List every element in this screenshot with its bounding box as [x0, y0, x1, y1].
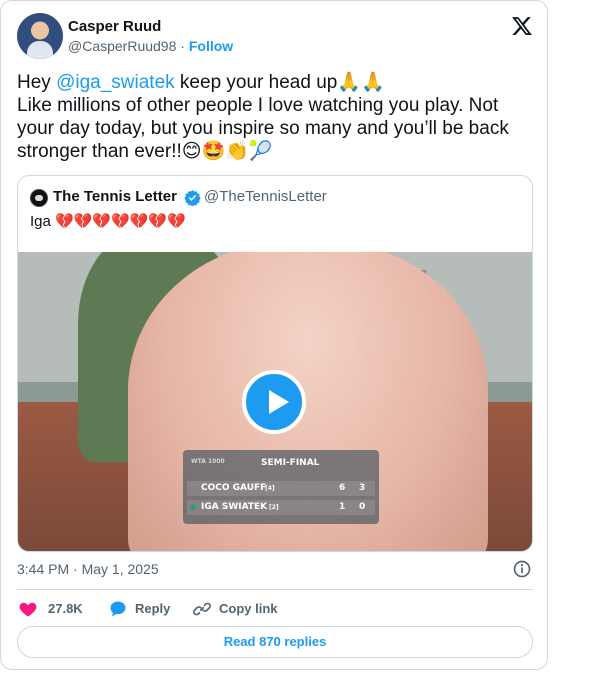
quoted-author-handle: @TheTennisLetter: [204, 188, 327, 205]
x-logo-icon[interactable]: [511, 15, 533, 37]
read-replies-button[interactable]: Read 870 replies: [17, 626, 533, 658]
quoted-text: Iga 💔💔💔💔💔💔💔: [30, 213, 186, 230]
heart-icon: [19, 602, 37, 617]
player-name: COCO GAUFF: [201, 483, 267, 493]
author-handle-line: @CasperRuud98 · Follow: [68, 38, 233, 54]
reply-label: Reply: [135, 601, 171, 616]
info-icon[interactable]: [512, 559, 532, 579]
tweet-text-suffix: keep your head up🙏🙏: [174, 72, 385, 93]
separator-dot: ·: [180, 38, 185, 54]
verified-badge-icon: [184, 190, 201, 206]
quoted-avatar: [30, 189, 48, 207]
tweet-text: Hey @iga_swiatek keep your head up🙏🙏 Lik…: [17, 71, 529, 163]
tweet-line-2: Like millions of other people I love wat…: [17, 95, 509, 162]
set-score: 0: [359, 502, 366, 512]
player-seed: [4]: [265, 485, 275, 492]
tweet-text-prefix: Hey: [17, 72, 57, 93]
scoreboard-row: COCO GAUFF [4] 6 3: [187, 481, 375, 496]
set-score: 6: [339, 483, 346, 493]
scoreboard-brand: WTA 1000: [191, 458, 225, 465]
player-name: IGA SWIATEK: [201, 502, 268, 512]
quoted-tweet[interactable]: The Tennis Letter @TheTennisLetter Iga 💔…: [17, 175, 533, 552]
player-seed: [2]: [269, 504, 279, 511]
scoreboard-title: SEMI-FINAL: [261, 458, 320, 468]
author-avatar[interactable]: [17, 13, 63, 59]
reply-bubble-icon: [110, 601, 126, 617]
scoreboard-overlay: WTA 1000 SEMI-FINAL COCO GAUFF [4] 6 3 I…: [183, 450, 379, 524]
tweet-line-1: Hey @iga_swiatek keep your head up🙏🙏: [17, 71, 529, 94]
tweet-card: Casper Ruud @CasperRuud98 · Follow Hey @…: [0, 0, 548, 670]
quoted-author-name: The Tennis Letter: [53, 188, 177, 205]
link-icon: [193, 602, 211, 616]
mention-link[interactable]: @iga_swiatek: [56, 72, 175, 93]
copy-link-label: Copy link: [219, 601, 278, 616]
author-handle[interactable]: @CasperRuud98: [68, 38, 176, 54]
serve-indicator-icon: [190, 504, 196, 510]
follow-button[interactable]: Follow: [189, 38, 233, 54]
play-button-icon[interactable]: [242, 370, 306, 434]
divider: [17, 589, 533, 590]
tweet-header: Casper Ruud @CasperRuud98 · Follow: [17, 13, 533, 61]
like-count: 27.8K: [48, 601, 83, 616]
set-score: 1: [339, 502, 346, 512]
video-thumbnail[interactable]: rid WTA 1000 SEMI-FINAL COCO GAUFF [4] 6…: [18, 252, 532, 551]
author-name[interactable]: Casper Ruud: [68, 18, 161, 35]
scoreboard-row: IGA SWIATEK [2] 1 0: [187, 500, 375, 515]
set-score: 3: [359, 483, 366, 493]
tweet-timestamp[interactable]: 3:44 PM · May 1, 2025: [17, 561, 159, 577]
